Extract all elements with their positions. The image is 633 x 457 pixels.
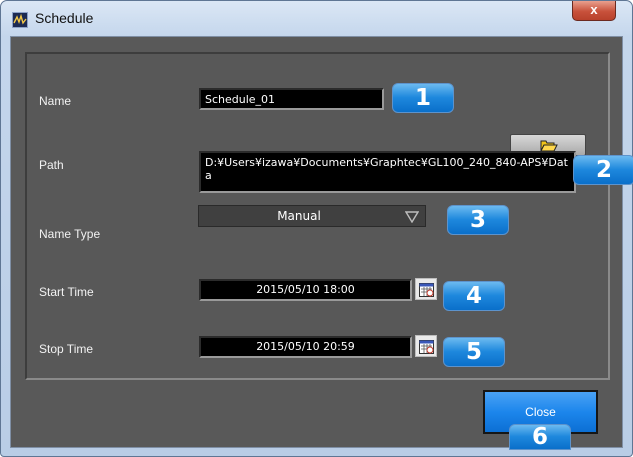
name-type-value: Manual <box>277 209 321 223</box>
callout-badge-1: 1 <box>392 83 454 113</box>
calendar-icon <box>419 340 434 354</box>
name-label: Name <box>39 94 72 108</box>
calendar-icon <box>419 283 434 297</box>
app-icon <box>12 12 28 28</box>
window-close-button[interactable]: x <box>572 1 616 21</box>
close-icon: x <box>590 2 598 17</box>
callout-badge-2: 2 <box>573 155 633 185</box>
callout-badge-6: 6 <box>509 424 571 450</box>
start-time-field[interactable]: 2015/05/10 18:00 <box>199 279 412 301</box>
dropdown-arrow-icon <box>405 211 419 223</box>
schedule-window: Schedule x Name Schedule_01 1 Path D:¥Us… <box>0 0 633 457</box>
stop-time-label: Stop Time <box>39 342 94 356</box>
path-field[interactable]: D:¥Users¥izawa¥Documents¥Graphtec¥GL100_… <box>199 151 576 193</box>
title-bar[interactable]: Schedule x <box>1 1 632 37</box>
start-time-label: Start Time <box>39 285 94 299</box>
name-field[interactable]: Schedule_01 <box>199 88 384 110</box>
callout-badge-5: 5 <box>443 337 505 367</box>
callout-badge-3: 3 <box>447 205 509 235</box>
path-label: Path <box>39 158 64 172</box>
start-time-calendar-button[interactable] <box>415 278 437 300</box>
dialog-body: Name Schedule_01 1 Path D:¥Users¥izawa¥D… <box>10 36 633 450</box>
callout-badge-4: 4 <box>443 281 505 311</box>
stop-time-field[interactable]: 2015/05/10 20:59 <box>199 336 412 358</box>
window-title: Schedule <box>35 10 94 26</box>
name-type-select[interactable]: Manual <box>198 205 426 227</box>
name-type-label: Name Type <box>39 227 101 241</box>
stop-time-calendar-button[interactable] <box>415 335 437 357</box>
settings-panel: Name Schedule_01 1 Path D:¥Users¥izawa¥D… <box>25 52 633 380</box>
